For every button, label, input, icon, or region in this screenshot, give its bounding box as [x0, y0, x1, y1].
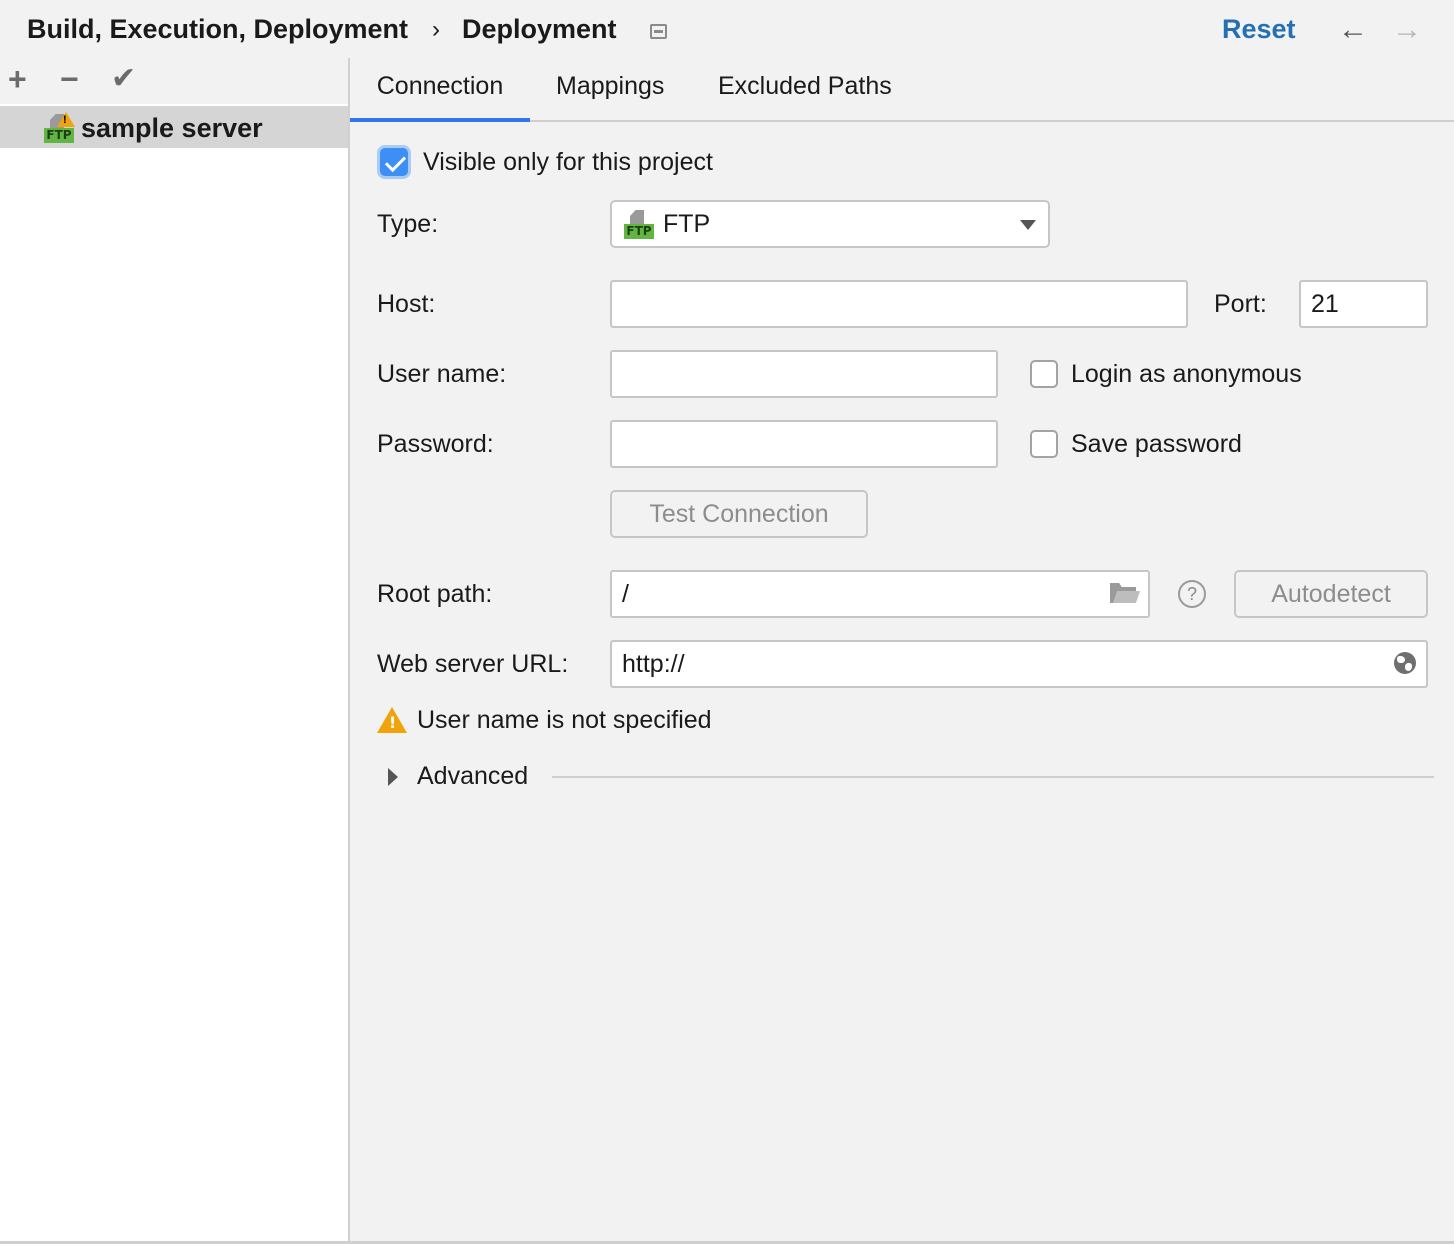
port-label: Port:: [1214, 290, 1267, 318]
test-connection-button[interactable]: Test Connection: [610, 490, 868, 538]
ftp-badge: FTP: [44, 128, 74, 143]
breadcrumb-separator: ›: [432, 16, 440, 43]
type-value: FTP: [663, 210, 711, 238]
header-bar: Build, Execution, Deployment › Deploymen…: [0, 0, 1454, 62]
autodetect-button[interactable]: Autodetect: [1234, 570, 1428, 618]
port-input[interactable]: 21: [1299, 280, 1428, 328]
web-url-input[interactable]: http://: [610, 640, 1428, 688]
forward-arrow-icon[interactable]: →: [1392, 14, 1422, 46]
remove-server-button[interactable]: −: [60, 62, 79, 96]
page-title: Deployment: [462, 14, 617, 44]
tab-bar: Connection Mappings Excluded Paths: [350, 62, 1454, 122]
save-password-checkbox[interactable]: [1030, 430, 1058, 458]
ftp-badge: FTP: [624, 224, 654, 239]
username-label: User name:: [377, 360, 507, 388]
password-label: Password:: [377, 430, 494, 458]
globe-icon[interactable]: [1394, 652, 1416, 674]
type-label: Type:: [377, 210, 439, 238]
chevron-down-icon: [1020, 220, 1036, 230]
tab-excluded-paths[interactable]: Excluded Paths: [718, 72, 892, 120]
breadcrumb-parent[interactable]: Build, Execution, Deployment: [27, 14, 408, 45]
visible-only-checkbox[interactable]: [380, 148, 408, 176]
advanced-section-toggle[interactable]: Advanced: [417, 762, 528, 791]
visible-only-label: Visible only for this project: [423, 148, 713, 176]
reset-link[interactable]: Reset: [1222, 14, 1296, 45]
username-input[interactable]: [610, 350, 998, 398]
web-url-label: Web server URL:: [377, 650, 569, 678]
project-settings-icon: [650, 24, 667, 39]
tab-mappings[interactable]: Mappings: [556, 72, 664, 120]
ftp-type-icon: FTP: [624, 210, 654, 240]
ftp-server-icon: ! FTP: [44, 112, 75, 144]
root-path-input[interactable]: /: [610, 570, 1150, 618]
folder-browse-icon[interactable]: [1110, 583, 1140, 603]
web-url-field: http://: [610, 640, 1428, 688]
login-anonymous-label: Login as anonymous: [1071, 360, 1302, 388]
server-list-toolbar: + − ✔: [0, 58, 348, 104]
host-input[interactable]: [610, 280, 1188, 328]
server-list-item[interactable]: ! FTP sample server: [0, 106, 348, 148]
password-input[interactable]: [610, 420, 998, 468]
root-path-field: /: [610, 570, 1150, 618]
help-icon[interactable]: ?: [1178, 580, 1206, 608]
root-path-label: Root path:: [377, 580, 493, 608]
tab-connection[interactable]: Connection: [350, 72, 530, 122]
expand-arrow-icon[interactable]: [388, 768, 398, 786]
set-default-checkmark-icon[interactable]: ✔: [111, 62, 136, 96]
warning-icon: !: [377, 707, 407, 734]
validation-warning-text: User name is not specified: [417, 706, 712, 734]
server-name-label: sample server: [81, 113, 263, 143]
server-list-panel: + − ✔ ! FTP sample server: [0, 58, 348, 1244]
panel-divider[interactable]: [348, 58, 350, 1244]
section-divider: [552, 776, 1434, 778]
file-icon: [630, 210, 644, 225]
add-server-button[interactable]: +: [8, 62, 27, 96]
login-anonymous-checkbox[interactable]: [1030, 360, 1058, 388]
back-arrow-icon[interactable]: ←: [1338, 14, 1368, 46]
type-dropdown[interactable]: FTP FTP: [610, 200, 1050, 248]
host-label: Host:: [377, 290, 436, 318]
save-password-label: Save password: [1071, 430, 1242, 458]
